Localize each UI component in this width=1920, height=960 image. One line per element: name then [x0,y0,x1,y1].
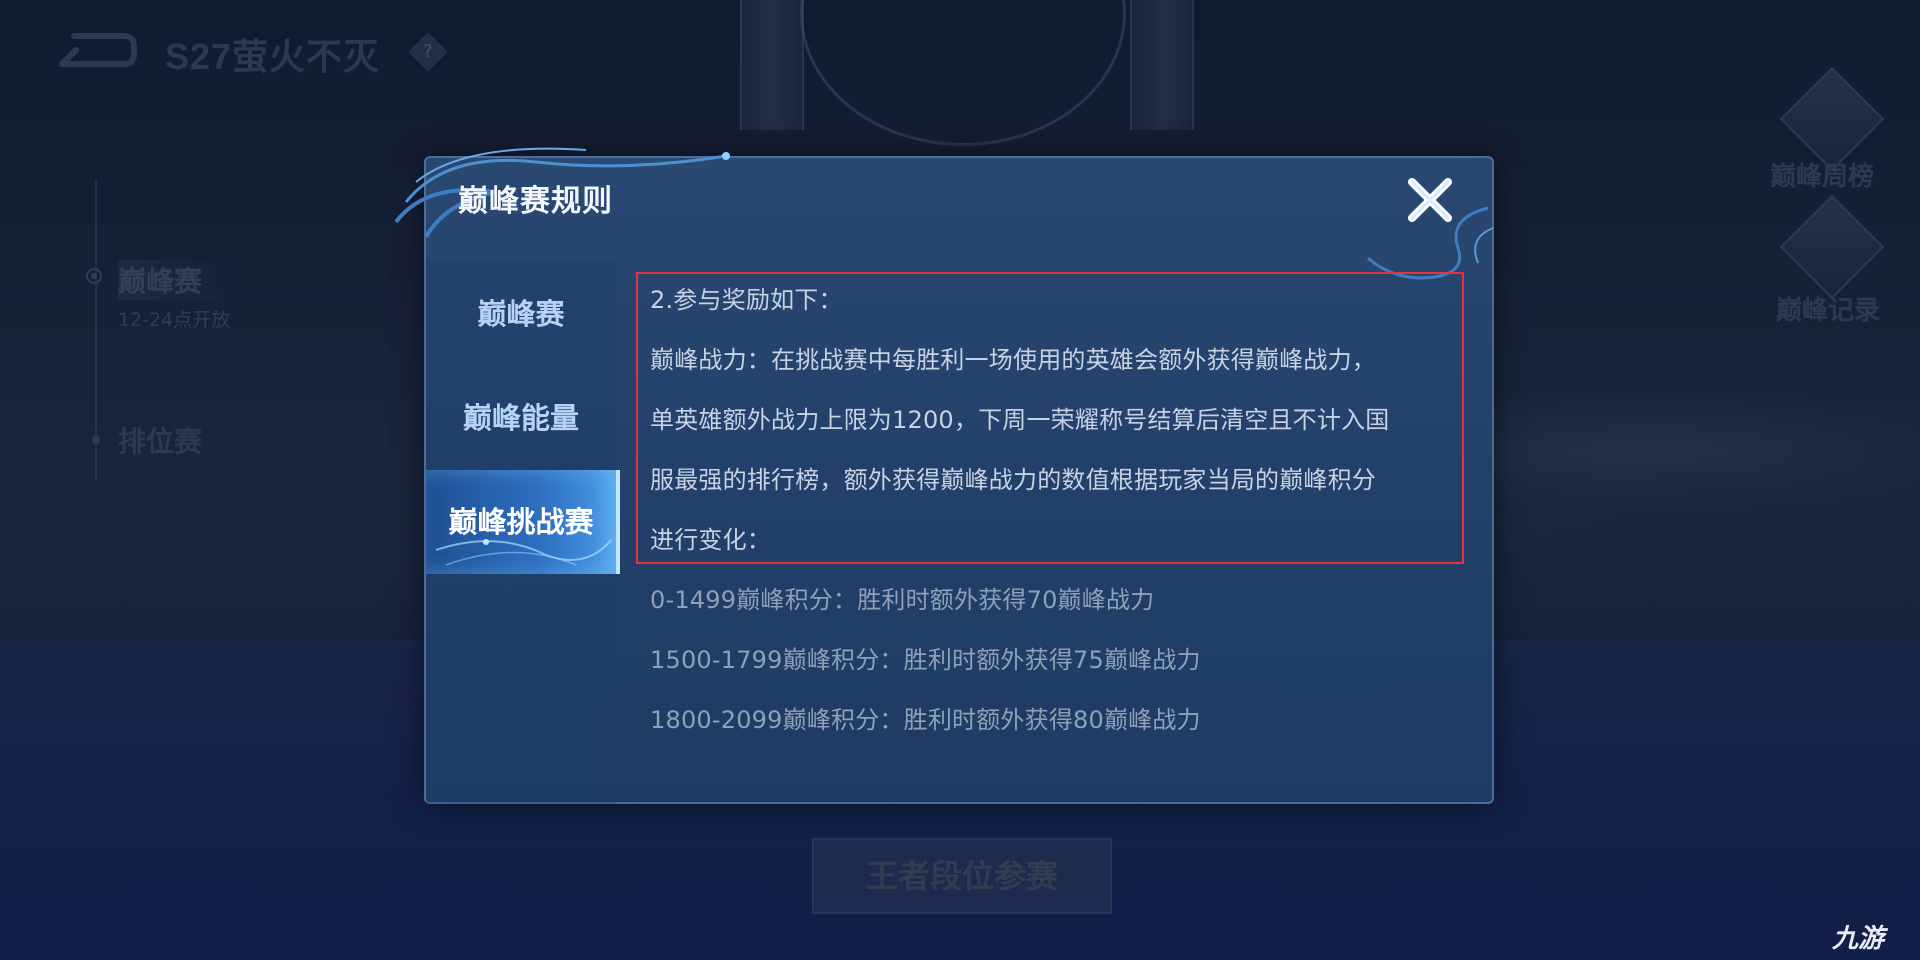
dialog-title: 巅峰赛规则 [458,184,613,219]
game-screen: S27萤火不灭 ? 巅峰赛 12-24点开放 排位赛 巅峰周榜 巅峰记录 王者段… [0,0,1920,960]
rule-line: 单英雄额外战力上限为1200，下周一荣耀称号结算后清空且不计入国 [650,406,1390,434]
rule-line: 2.参与奖励如下： [650,286,843,314]
tab-peak-energy[interactable]: 巅峰能量 [426,366,616,470]
rule-line: 服最强的排行榜，额外获得巅峰战力的数值根据玩家当局的巅峰积分 [650,466,1376,494]
rules-dialog: 巅峰赛规则 巅峰赛 巅峰能量 巅峰挑战赛 2.参与奖励如下： 巅峰战力：在挑战赛… [394,147,1494,804]
rule-line: 1800-2099巅峰积分：胜利时额外获得80巅峰战力 [650,706,1201,734]
tab-list: 巅峰赛 巅峰能量 巅峰挑战赛 [426,262,620,804]
rule-line: 0-1499巅峰积分：胜利时额外获得70巅峰战力 [650,586,1155,614]
tab-label: 巅峰赛 [477,297,565,331]
rule-line: 进行变化： [650,526,771,554]
tab-label: 巅峰能量 [462,401,579,435]
rule-line: 巅峰战力：在挑战赛中每胜利一场使用的英雄会额外获得巅峰战力， [650,346,1376,374]
watermark: 九游 [1832,924,1885,954]
rules-content: 2.参与奖励如下： 巅峰战力：在挑战赛中每胜利一场使用的英雄会额外获得巅峰战力，… [626,262,1476,782]
tab-label: 巅峰挑战赛 [448,505,594,539]
tab-peak-match[interactable]: 巅峰赛 [426,262,616,366]
tab-peak-challenge[interactable]: 巅峰挑战赛 [426,470,620,574]
rule-line: 1500-1799巅峰积分：胜利时额外获得75巅峰战力 [650,646,1201,674]
close-icon[interactable] [1402,172,1458,228]
